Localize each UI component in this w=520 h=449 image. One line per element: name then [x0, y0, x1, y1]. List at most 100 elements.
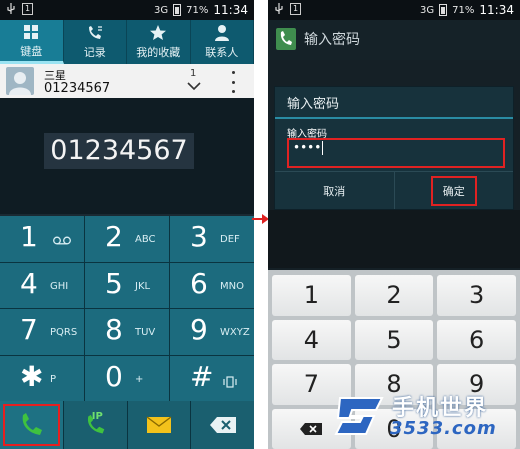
key-hash[interactable]: # [170, 355, 254, 401]
key-letters: GHI [50, 280, 69, 292]
number-display-area: 01234567 [0, 98, 254, 214]
call-log-icon [88, 26, 102, 39]
key-digit: # [190, 359, 214, 393]
confirm-button[interactable]: 确定 [393, 172, 514, 209]
key-9[interactable]: 9 WXYZ [170, 309, 254, 355]
status-bar: 1 3G 71% 11:34 [268, 0, 520, 20]
dialog-title: 输入密码 [287, 97, 340, 112]
dialog-buttons: 取消 确定 [275, 171, 513, 209]
key-star[interactable]: ✱ P [0, 355, 84, 401]
battery-level: 71% [452, 4, 475, 16]
key-4[interactable]: 4 GHI [0, 262, 84, 308]
numpad-key-2[interactable]: 2 [354, 275, 434, 316]
password-dialog: 输入密码 输入密码 •••• 取消 确定 [274, 86, 514, 210]
tab-label: 联系人 [205, 46, 239, 59]
key-digit: 4 [20, 266, 38, 300]
message-button[interactable] [127, 401, 191, 449]
dial-keypad: 1 2 ABC 3 DEF 4 GHI 5 JKL 6 MNO 7 PQRS 8 [0, 216, 254, 401]
chevron-down-icon[interactable] [187, 82, 201, 91]
ip-label: IP [91, 411, 103, 422]
network-type: 3G [154, 4, 169, 16]
key-letters: P [50, 373, 57, 385]
text-caret [322, 140, 324, 155]
key-letters: + [135, 373, 144, 385]
key-letters: DEF [220, 234, 240, 245]
key-5[interactable]: 5 JKL [85, 262, 169, 308]
tab-label: 记录 [83, 46, 106, 59]
key-digit: 3 [190, 220, 208, 253]
usb-icon [7, 3, 15, 14]
phone-app-icon [276, 28, 296, 50]
matched-contact[interactable]: 三星 01234567 1 [0, 64, 254, 98]
battery-icon [173, 4, 182, 16]
battery-icon [439, 4, 448, 16]
key-8[interactable]: 8 TUV [85, 309, 169, 355]
password-value: •••• [293, 140, 322, 155]
key-6[interactable]: 6 MNO [170, 262, 254, 308]
clock: 11:34 [213, 3, 248, 17]
password-input[interactable]: •••• [287, 138, 505, 168]
call-button[interactable] [0, 401, 63, 449]
dialed-number[interactable]: 01234567 [44, 133, 194, 169]
key-digit: 2 [105, 220, 123, 253]
key-7[interactable]: 7 PQRS [0, 309, 84, 355]
star-icon [150, 25, 167, 40]
notification-icon: 1 [290, 3, 302, 15]
more-options-icon[interactable] [226, 71, 240, 93]
envelope-icon [146, 416, 172, 433]
person-icon [214, 25, 229, 41]
dimmed-background [268, 210, 520, 268]
watermark-site: 3533.com [390, 418, 497, 439]
ip-call-button[interactable]: IP [63, 401, 127, 449]
key-3[interactable]: 3 DEF [170, 216, 254, 262]
usb-icon [275, 3, 283, 14]
dialer-tabs: 键盘 记录 我的收藏 联系人 [0, 20, 254, 64]
numpad-key-3[interactable]: 3 [437, 275, 516, 316]
field-label: 输入密码 [287, 129, 327, 140]
key-letters: ABC [135, 234, 156, 245]
tab-label: 键盘 [20, 44, 43, 58]
key-letters: MNO [220, 280, 244, 292]
numpad-key-6[interactable]: 6 [437, 319, 516, 360]
backspace-button[interactable] [191, 401, 254, 449]
key-letters: TUV [135, 327, 156, 338]
key-letters: WXYZ [220, 327, 250, 338]
voicemail-icon [53, 236, 71, 245]
watermark-logo-icon [334, 397, 384, 435]
tab-label: 我的收藏 [136, 46, 181, 59]
key-digit: 0 [105, 359, 123, 393]
person-avatar-icon [9, 72, 31, 95]
key-digit: 8 [105, 313, 123, 346]
dialer-screen: 1 3G 71% 11:34 键盘 记录 我的收藏 联系人 三星 0123456… [0, 0, 254, 449]
battery-level: 71% [186, 4, 209, 16]
app-bar: 输入密码 [268, 20, 520, 60]
password-screen: 1 3G 71% 11:34 输入密码 输入密码 输入密码 •••• 取消 确定 [268, 0, 520, 449]
confirm-label: 确定 [430, 175, 477, 206]
contact-number: 01234567 [44, 81, 111, 96]
key-digit: ✱ [20, 359, 44, 393]
tab-contacts[interactable]: 联系人 [191, 20, 254, 64]
key-digit: 6 [190, 266, 208, 300]
notification-icon: 1 [22, 3, 34, 15]
numpad-key-5[interactable]: 5 [354, 319, 434, 360]
keypad-icon [24, 24, 39, 39]
network-type: 3G [420, 4, 435, 16]
key-1[interactable]: 1 [0, 216, 84, 262]
key-letters: JKL [135, 280, 151, 292]
numpad-key-4[interactable]: 4 [272, 319, 351, 360]
key-digit: 9 [190, 313, 208, 346]
app-title: 输入密码 [304, 32, 360, 48]
avatar [6, 67, 34, 95]
key-digit: 5 [105, 266, 123, 300]
cancel-button[interactable]: 取消 [275, 172, 394, 209]
status-bar: 1 3G 71% 11:34 [0, 0, 254, 20]
tab-favorites[interactable]: 我的收藏 [127, 20, 191, 64]
numpad-key-1[interactable]: 1 [272, 275, 351, 316]
cancel-label: 取消 [323, 184, 346, 198]
tab-call-log[interactable]: 记录 [64, 20, 127, 64]
key-0[interactable]: 0 + [85, 355, 169, 401]
key-digit: 1 [20, 220, 38, 253]
key-digit: 7 [20, 313, 38, 346]
tab-keypad[interactable]: 键盘 [0, 20, 64, 64]
key-2[interactable]: 2 ABC [85, 216, 169, 262]
